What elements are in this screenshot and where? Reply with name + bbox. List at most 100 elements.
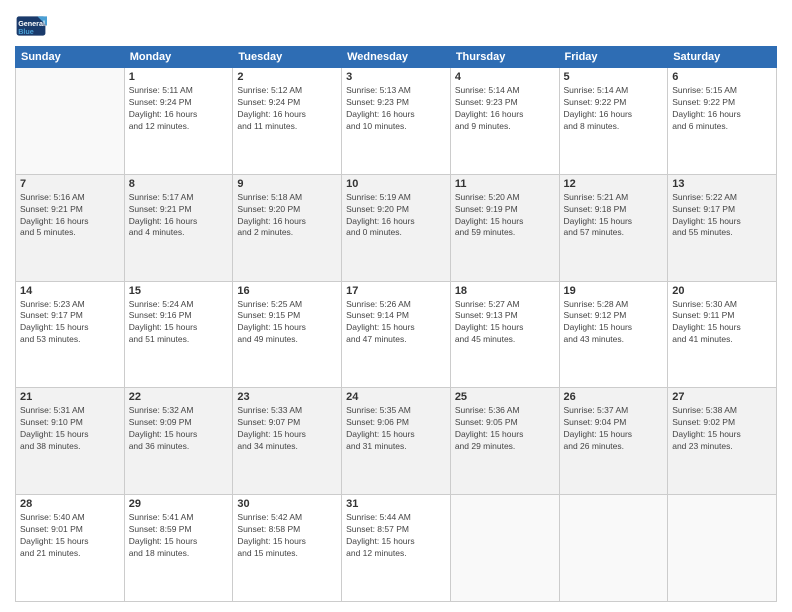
day-info: Sunrise: 5:17 AM Sunset: 9:21 PM Dayligh… bbox=[129, 192, 229, 240]
calendar-table: SundayMondayTuesdayWednesdayThursdayFrid… bbox=[15, 46, 777, 602]
calendar-cell: 13 Sunrise: 5:22 AM Sunset: 9:17 PM Dayli… bbox=[668, 174, 777, 281]
day-info: Sunrise: 5:33 AM Sunset: 9:07 PM Dayligh… bbox=[237, 405, 337, 453]
day-info: Sunrise: 5:22 AM Sunset: 9:17 PM Dayligh… bbox=[672, 192, 772, 240]
day-number: 11 bbox=[455, 178, 555, 190]
day-number: 20 bbox=[672, 285, 772, 297]
calendar-week-row: 28 Sunrise: 5:40 AM Sunset: 9:01 PM Dayli… bbox=[16, 495, 777, 602]
weekday-header-monday: Monday bbox=[124, 47, 233, 68]
day-number: 10 bbox=[346, 178, 446, 190]
calendar-cell: 12Sunrise: 5:21 AM Sunset: 9:18 PM Dayli… bbox=[559, 174, 668, 281]
weekday-header-sunday: Sunday bbox=[16, 47, 125, 68]
day-info: Sunrise: 5:32 AM Sunset: 9:09 PM Dayligh… bbox=[129, 405, 229, 453]
day-number: 21 bbox=[20, 391, 120, 403]
day-info: Sunrise: 5:16 AM Sunset: 9:21 PM Dayligh… bbox=[20, 192, 120, 240]
calendar-cell: 1 Sunrise: 5:11 AM Sunset: 9:24 PM Daylig… bbox=[124, 68, 233, 175]
calendar-week-row: 21 Sunrise: 5:31 AM Sunset: 9:10 PM Dayli… bbox=[16, 388, 777, 495]
page: General Blue SundayMondayTuesdayWednesda… bbox=[0, 0, 792, 612]
weekday-header-row: SundayMondayTuesdayWednesdayThursdayFrid… bbox=[16, 47, 777, 68]
calendar-week-row: 7 Sunrise: 5:16 AM Sunset: 9:21 PM Daylig… bbox=[16, 174, 777, 281]
calendar-cell: 20 Sunrise: 5:30 AM Sunset: 9:11 PM Dayli… bbox=[668, 281, 777, 388]
day-number: 22 bbox=[129, 391, 229, 403]
day-number: 31 bbox=[346, 498, 446, 510]
calendar-cell bbox=[450, 495, 559, 602]
day-info: Sunrise: 5:24 AM Sunset: 9:16 PM Dayligh… bbox=[129, 299, 229, 347]
calendar-cell: 2Sunrise: 5:12 AM Sunset: 9:24 PM Daylig… bbox=[233, 68, 342, 175]
header: General Blue bbox=[15, 10, 777, 42]
day-info: Sunrise: 5:25 AM Sunset: 9:15 PM Dayligh… bbox=[237, 299, 337, 347]
day-info: Sunrise: 5:11 AM Sunset: 9:24 PM Dayligh… bbox=[129, 85, 229, 133]
calendar-cell: 6 Sunrise: 5:15 AM Sunset: 9:22 PM Daylig… bbox=[668, 68, 777, 175]
day-number: 14 bbox=[20, 285, 120, 297]
calendar-cell: 5Sunrise: 5:14 AM Sunset: 9:22 PM Daylig… bbox=[559, 68, 668, 175]
calendar-cell: 22 Sunrise: 5:32 AM Sunset: 9:09 PM Dayli… bbox=[124, 388, 233, 495]
calendar-cell: 28 Sunrise: 5:40 AM Sunset: 9:01 PM Dayli… bbox=[16, 495, 125, 602]
day-number: 28 bbox=[20, 498, 120, 510]
weekday-header-thursday: Thursday bbox=[450, 47, 559, 68]
weekday-header-tuesday: Tuesday bbox=[233, 47, 342, 68]
day-number: 23 bbox=[237, 391, 337, 403]
calendar-cell: 29Sunrise: 5:41 AM Sunset: 8:59 PM Dayli… bbox=[124, 495, 233, 602]
day-number: 4 bbox=[455, 71, 555, 83]
logo: General Blue bbox=[15, 10, 47, 42]
calendar-cell: 31Sunrise: 5:44 AM Sunset: 8:57 PM Dayli… bbox=[342, 495, 451, 602]
calendar-cell: 30 Sunrise: 5:42 AM Sunset: 8:58 PM Dayli… bbox=[233, 495, 342, 602]
calendar-cell bbox=[668, 495, 777, 602]
calendar-cell: 3 Sunrise: 5:13 AM Sunset: 9:23 PM Daylig… bbox=[342, 68, 451, 175]
weekday-header-friday: Friday bbox=[559, 47, 668, 68]
day-info: Sunrise: 5:28 AM Sunset: 9:12 PM Dayligh… bbox=[564, 299, 664, 347]
day-info: Sunrise: 5:14 AM Sunset: 9:23 PM Dayligh… bbox=[455, 85, 555, 133]
day-info: Sunrise: 5:20 AM Sunset: 9:19 PM Dayligh… bbox=[455, 192, 555, 240]
calendar-cell: 8 Sunrise: 5:17 AM Sunset: 9:21 PM Daylig… bbox=[124, 174, 233, 281]
day-number: 12 bbox=[564, 178, 664, 190]
day-info: Sunrise: 5:15 AM Sunset: 9:22 PM Dayligh… bbox=[672, 85, 772, 133]
logo-icon: General Blue bbox=[15, 10, 47, 42]
day-info: Sunrise: 5:40 AM Sunset: 9:01 PM Dayligh… bbox=[20, 512, 120, 560]
day-info: Sunrise: 5:18 AM Sunset: 9:20 PM Dayligh… bbox=[237, 192, 337, 240]
day-number: 15 bbox=[129, 285, 229, 297]
day-number: 7 bbox=[20, 178, 120, 190]
day-info: Sunrise: 5:38 AM Sunset: 9:02 PM Dayligh… bbox=[672, 405, 772, 453]
calendar-cell: 27 Sunrise: 5:38 AM Sunset: 9:02 PM Dayli… bbox=[668, 388, 777, 495]
day-number: 17 bbox=[346, 285, 446, 297]
day-number: 6 bbox=[672, 71, 772, 83]
calendar-cell: 16 Sunrise: 5:25 AM Sunset: 9:15 PM Dayli… bbox=[233, 281, 342, 388]
day-number: 25 bbox=[455, 391, 555, 403]
day-info: Sunrise: 5:42 AM Sunset: 8:58 PM Dayligh… bbox=[237, 512, 337, 560]
day-number: 24 bbox=[346, 391, 446, 403]
calendar-cell: 18Sunrise: 5:27 AM Sunset: 9:13 PM Dayli… bbox=[450, 281, 559, 388]
calendar-cell: 25 Sunrise: 5:36 AM Sunset: 9:05 PM Dayli… bbox=[450, 388, 559, 495]
calendar-cell: 23 Sunrise: 5:33 AM Sunset: 9:07 PM Dayli… bbox=[233, 388, 342, 495]
calendar-cell: 9 Sunrise: 5:18 AM Sunset: 9:20 PM Daylig… bbox=[233, 174, 342, 281]
calendar-cell: 10Sunrise: 5:19 AM Sunset: 9:20 PM Dayli… bbox=[342, 174, 451, 281]
day-number: 16 bbox=[237, 285, 337, 297]
day-number: 19 bbox=[564, 285, 664, 297]
day-number: 27 bbox=[672, 391, 772, 403]
weekday-header-saturday: Saturday bbox=[668, 47, 777, 68]
calendar-cell: 19 Sunrise: 5:28 AM Sunset: 9:12 PM Dayli… bbox=[559, 281, 668, 388]
calendar-week-row: 1 Sunrise: 5:11 AM Sunset: 9:24 PM Daylig… bbox=[16, 68, 777, 175]
calendar-cell bbox=[16, 68, 125, 175]
calendar-cell: 24Sunrise: 5:35 AM Sunset: 9:06 PM Dayli… bbox=[342, 388, 451, 495]
calendar-cell: 26 Sunrise: 5:37 AM Sunset: 9:04 PM Dayli… bbox=[559, 388, 668, 495]
day-number: 8 bbox=[129, 178, 229, 190]
day-info: Sunrise: 5:13 AM Sunset: 9:23 PM Dayligh… bbox=[346, 85, 446, 133]
day-number: 30 bbox=[237, 498, 337, 510]
calendar-cell: 14 Sunrise: 5:23 AM Sunset: 9:17 PM Dayli… bbox=[16, 281, 125, 388]
day-number: 13 bbox=[672, 178, 772, 190]
calendar-cell: 17Sunrise: 5:26 AM Sunset: 9:14 PM Dayli… bbox=[342, 281, 451, 388]
calendar-cell: 7 Sunrise: 5:16 AM Sunset: 9:21 PM Daylig… bbox=[16, 174, 125, 281]
day-info: Sunrise: 5:36 AM Sunset: 9:05 PM Dayligh… bbox=[455, 405, 555, 453]
calendar-cell: 21 Sunrise: 5:31 AM Sunset: 9:10 PM Dayli… bbox=[16, 388, 125, 495]
day-info: Sunrise: 5:30 AM Sunset: 9:11 PM Dayligh… bbox=[672, 299, 772, 347]
day-number: 5 bbox=[564, 71, 664, 83]
day-number: 9 bbox=[237, 178, 337, 190]
calendar-week-row: 14 Sunrise: 5:23 AM Sunset: 9:17 PM Dayli… bbox=[16, 281, 777, 388]
weekday-header-wednesday: Wednesday bbox=[342, 47, 451, 68]
day-number: 26 bbox=[564, 391, 664, 403]
day-number: 1 bbox=[129, 71, 229, 83]
day-info: Sunrise: 5:23 AM Sunset: 9:17 PM Dayligh… bbox=[20, 299, 120, 347]
day-number: 18 bbox=[455, 285, 555, 297]
day-info: Sunrise: 5:31 AM Sunset: 9:10 PM Dayligh… bbox=[20, 405, 120, 453]
day-number: 3 bbox=[346, 71, 446, 83]
day-info: Sunrise: 5:37 AM Sunset: 9:04 PM Dayligh… bbox=[564, 405, 664, 453]
